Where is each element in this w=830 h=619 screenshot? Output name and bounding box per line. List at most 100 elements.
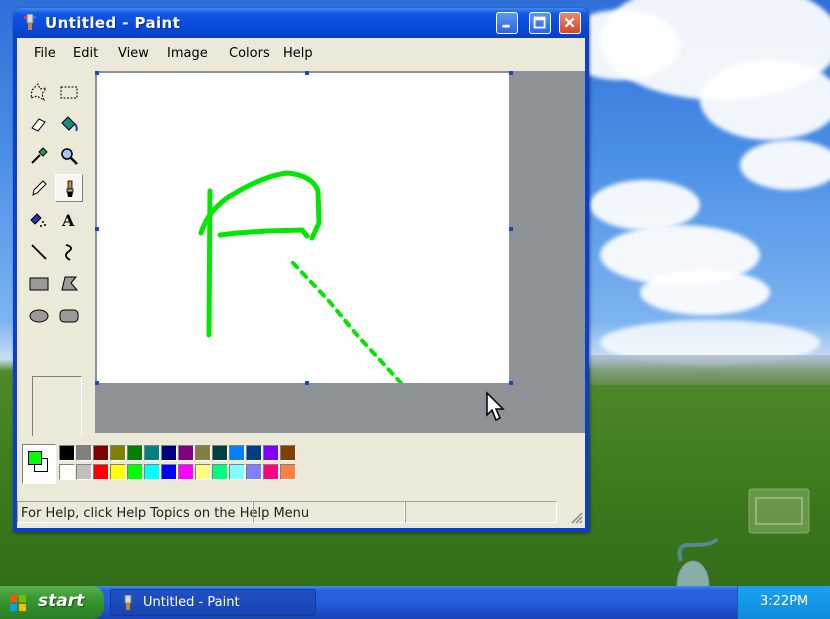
menu-file[interactable]: File xyxy=(34,46,56,61)
menu-view[interactable]: View xyxy=(118,46,149,61)
size-grip-icon[interactable] xyxy=(569,510,583,524)
toolbox: A xyxy=(21,74,87,460)
ellipse-icon xyxy=(29,309,49,323)
palette-swatch[interactable] xyxy=(144,445,160,461)
paint-window: Untitled - Paint File Edit View Image Co… xyxy=(13,8,589,532)
menu-edit[interactable]: Edit xyxy=(73,46,98,61)
rounded-rectangle-icon xyxy=(59,309,79,323)
tool-curve[interactable] xyxy=(55,238,83,266)
drawing-strokes xyxy=(198,170,403,383)
palette-swatch[interactable] xyxy=(280,445,296,461)
paint-icon xyxy=(24,14,36,30)
palette-swatch[interactable] xyxy=(195,445,211,461)
tool-magnifier[interactable] xyxy=(55,142,83,170)
palette-swatch[interactable] xyxy=(127,464,143,480)
menu-help[interactable]: Help xyxy=(283,46,313,61)
color-box xyxy=(17,436,585,494)
tool-eraser[interactable] xyxy=(25,110,53,138)
polygon-icon xyxy=(61,276,79,291)
tool-select[interactable] xyxy=(55,78,83,106)
foreground-color xyxy=(28,451,42,465)
select-icon xyxy=(60,86,78,99)
menu-image[interactable]: Image xyxy=(167,46,208,61)
tool-brush[interactable] xyxy=(55,174,83,202)
status-position-pane xyxy=(253,501,405,523)
window-client: File Edit View Image Colors Help A For H… xyxy=(17,38,585,528)
title-bar[interactable]: Untitled - Paint xyxy=(13,8,589,38)
tool-text[interactable]: A xyxy=(55,206,83,234)
palette-swatch[interactable] xyxy=(246,464,262,480)
tool-rounded-rectangle[interactable] xyxy=(55,302,83,330)
tool-fill[interactable] xyxy=(55,110,83,138)
status-size-pane xyxy=(405,501,557,523)
tool-polygon[interactable] xyxy=(55,270,83,298)
text-icon: A xyxy=(61,211,75,230)
drawing-canvas[interactable] xyxy=(97,73,509,383)
palette-swatch[interactable] xyxy=(161,464,177,480)
resize-handle-s[interactable] xyxy=(305,381,309,385)
palette-swatch[interactable] xyxy=(59,445,75,461)
status-help-pane: For Help, click Help Topics on the Help … xyxy=(17,501,309,523)
palette-swatch[interactable] xyxy=(263,445,279,461)
pick-color-icon xyxy=(31,147,48,164)
fill-icon xyxy=(61,116,78,132)
status-bar: For Help, click Help Topics on the Help … xyxy=(17,498,585,526)
tool-rectangle[interactable] xyxy=(25,270,53,298)
start-button[interactable]: start xyxy=(0,586,104,619)
tool-free-form-select[interactable] xyxy=(25,78,53,106)
taskbar-item-paint[interactable]: Untitled - Paint xyxy=(110,589,316,616)
minimize-button[interactable] xyxy=(496,12,518,34)
window-title: Untitled - Paint xyxy=(45,14,181,32)
resize-handle-nw[interactable] xyxy=(95,71,99,75)
palette-swatch[interactable] xyxy=(246,445,262,461)
menu-colors[interactable]: Colors xyxy=(229,46,270,61)
palette-swatch[interactable] xyxy=(93,445,109,461)
close-button[interactable] xyxy=(559,12,581,34)
resize-handle-e[interactable] xyxy=(509,227,513,231)
resize-handle-se[interactable] xyxy=(509,381,513,385)
brush-icon xyxy=(66,180,74,197)
minimize-icon xyxy=(502,24,510,28)
tool-pick-color[interactable] xyxy=(25,142,53,170)
palette-swatch[interactable] xyxy=(93,464,109,480)
maximize-button[interactable] xyxy=(529,12,551,34)
palette-swatch[interactable] xyxy=(229,445,245,461)
mouse-cursor-icon xyxy=(486,391,505,422)
canvas-workspace xyxy=(95,71,585,433)
close-icon xyxy=(564,17,575,28)
palette-swatch[interactable] xyxy=(212,445,228,461)
system-tray: 3:22PM xyxy=(737,586,830,619)
palette-swatch[interactable] xyxy=(229,464,245,480)
maximize-icon xyxy=(533,16,546,29)
resize-handle-sw[interactable] xyxy=(95,381,99,385)
tool-pencil[interactable] xyxy=(25,174,53,202)
free-form-select-icon xyxy=(30,83,48,102)
magnifier-icon xyxy=(61,148,78,165)
current-colors[interactable] xyxy=(22,444,56,484)
start-label: start xyxy=(38,591,85,611)
palette-swatch[interactable] xyxy=(178,464,194,480)
resize-handle-n[interactable] xyxy=(305,71,309,75)
onscreen-keyboard-icon[interactable] xyxy=(748,488,810,534)
palette-swatch[interactable] xyxy=(110,445,126,461)
tool-ellipse[interactable] xyxy=(25,302,53,330)
resize-handle-w[interactable] xyxy=(95,227,99,231)
resize-handle-ne[interactable] xyxy=(509,71,513,75)
palette-swatch[interactable] xyxy=(144,464,160,480)
palette-swatch[interactable] xyxy=(263,464,279,480)
clock[interactable]: 3:22PM xyxy=(760,594,808,609)
palette-swatch[interactable] xyxy=(280,464,296,480)
tool-airbrush[interactable] xyxy=(25,206,53,234)
palette-swatch[interactable] xyxy=(76,464,92,480)
palette-swatch[interactable] xyxy=(161,445,177,461)
palette-swatch[interactable] xyxy=(110,464,126,480)
curve-icon xyxy=(65,244,72,261)
palette-swatch[interactable] xyxy=(59,464,75,480)
tool-line[interactable] xyxy=(25,238,53,266)
palette-swatch[interactable] xyxy=(76,445,92,461)
palette-swatch[interactable] xyxy=(195,464,211,480)
palette-swatch[interactable] xyxy=(178,445,194,461)
palette-swatch[interactable] xyxy=(127,445,143,461)
palette-swatch[interactable] xyxy=(212,464,228,480)
taskbar: start Untitled - Paint 3:22PM xyxy=(0,586,830,619)
